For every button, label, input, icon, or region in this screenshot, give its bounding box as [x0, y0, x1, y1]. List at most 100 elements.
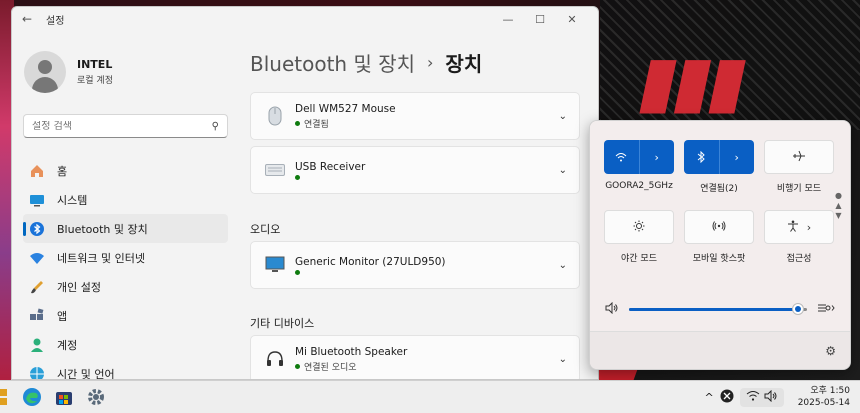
- breadcrumb-parent[interactable]: Bluetooth 및 장치: [250, 48, 415, 77]
- volume-row: [605, 299, 835, 319]
- network-volume-group[interactable]: [739, 387, 784, 407]
- sidebar-item-system[interactable]: 시스템: [23, 185, 228, 214]
- section-title-other-devices: 기타 디바이스: [250, 317, 315, 330]
- keyboard-icon: [263, 158, 287, 182]
- accessibility-expand-arrow[interactable]: ›: [807, 221, 811, 234]
- wallpaper-graphic: ▮▮▮: [631, 40, 753, 122]
- sidebar: INTEL 로컬 계정 ⚲ 홈 시스템: [12, 31, 240, 379]
- title-bar: ← 설정 — ☐ ✕: [12, 7, 598, 31]
- person-icon: [29, 337, 45, 353]
- search-box[interactable]: ⚲: [23, 114, 228, 138]
- wifi-icon[interactable]: [604, 140, 639, 174]
- mouse-icon: [263, 104, 287, 128]
- search-input[interactable]: [32, 120, 212, 132]
- device-name: Generic Monitor (27ULD950): [295, 255, 446, 268]
- device-card-monitor[interactable]: Generic Monitor (27ULD950) ⌄: [250, 241, 580, 289]
- breadcrumb: Bluetooth 및 장치 › 장치: [250, 37, 598, 87]
- sidebar-item-bluetooth[interactable]: Bluetooth 및 장치: [23, 214, 228, 243]
- search-icon[interactable]: ⚲: [212, 121, 219, 132]
- start-button[interactable]: [0, 383, 8, 411]
- home-icon: [29, 163, 45, 179]
- sidebar-item-label: 네트워크 및 인터넷: [57, 251, 145, 265]
- bluetooth-tile-label: 연결됨(2): [700, 184, 738, 194]
- wifi-tile-label: GOORA2_5GHz: [605, 181, 673, 191]
- hotspot-icon: [712, 220, 726, 235]
- mobile-hotspot-tile[interactable]: [684, 210, 754, 244]
- xbox-icon[interactable]: [720, 389, 734, 406]
- taskbar: ^ 오후 1:50 2025-05-14: [0, 380, 860, 413]
- bluetooth-expand-arrow[interactable]: ›: [718, 140, 755, 174]
- settings-window: ← 설정 — ☐ ✕ INTEL 로컬 계정 ⚲ 홈: [11, 6, 599, 380]
- mobile-hotspot-label: 모바일 핫스팟: [692, 254, 746, 264]
- sidebar-item-label: 계정: [57, 338, 78, 352]
- brightness-icon: [633, 220, 645, 235]
- volume-fill: [629, 307, 799, 311]
- tray-chevron-up-icon[interactable]: ^: [704, 391, 713, 404]
- night-light-tile[interactable]: [604, 210, 674, 244]
- sidebar-item-label: Bluetooth 및 장치: [57, 222, 148, 236]
- profile-name: INTEL: [77, 58, 113, 71]
- clock[interactable]: 오후 1:50 2025-05-14: [798, 385, 850, 409]
- page-title: 장치: [445, 51, 483, 76]
- section-title-audio: 오디오: [250, 223, 281, 236]
- minimize-button[interactable]: —: [492, 13, 524, 26]
- device-name: Mi Bluetooth Speaker: [295, 345, 408, 358]
- store-icon[interactable]: [50, 383, 78, 411]
- sidebar-item-label: 개인 설정: [57, 280, 101, 294]
- gear-icon[interactable]: ⚙: [825, 344, 836, 358]
- sidebar-item-personalization[interactable]: 개인 설정: [23, 272, 228, 301]
- brush-icon: [29, 279, 45, 295]
- maximize-button[interactable]: ☐: [524, 13, 556, 26]
- speaker-icon: [764, 389, 778, 405]
- chevron-down-icon[interactable]: ⌄: [559, 354, 567, 365]
- sidebar-item-time-language[interactable]: 시간 및 언어: [23, 359, 228, 379]
- breadcrumb-separator: ›: [427, 52, 434, 72]
- airplane-mode-label: 비행기 모드: [776, 184, 822, 194]
- profile[interactable]: INTEL 로컬 계정: [12, 31, 240, 95]
- chevron-down-icon[interactable]: ⌄: [559, 165, 567, 176]
- avatar: [24, 51, 66, 93]
- device-card-mouse[interactable]: Dell WM527 Mouse 연결됨 ⌄: [250, 92, 580, 140]
- accessibility-label: 접근성: [786, 254, 812, 264]
- night-light-label: 야간 모드: [621, 254, 657, 264]
- page-indicator[interactable]: ● ▲ ▼: [835, 191, 842, 221]
- wifi-icon: [746, 390, 760, 405]
- volume-slider[interactable]: [629, 302, 807, 315]
- airplane-mode-tile[interactable]: [764, 140, 834, 174]
- chevron-down-icon[interactable]: ⌄: [559, 111, 567, 122]
- sidebar-nav: 홈 시스템 Bluetooth 및 장치 네트워크 및 인터넷 개인 설정 앱 …: [12, 156, 240, 379]
- close-button[interactable]: ✕: [556, 13, 588, 26]
- accessibility-icon: [787, 220, 799, 235]
- accessibility-tile[interactable]: ›: [764, 210, 834, 244]
- sidebar-item-apps[interactable]: 앱: [23, 301, 228, 330]
- sidebar-item-label: 앱: [57, 309, 68, 323]
- back-icon[interactable]: ←: [22, 12, 40, 26]
- quick-settings-tiles-area: › GOORA2_5GHz › 연결됨(2) 비행기 모드 야간 모드 모바일 …: [590, 121, 850, 333]
- bluetooth-icon[interactable]: [684, 140, 719, 174]
- device-card-speaker[interactable]: Mi Bluetooth Speaker 연결된 오디오 ⌄: [250, 335, 580, 379]
- sidebar-item-home[interactable]: 홈: [23, 156, 228, 185]
- device-status: 연결됨: [304, 119, 329, 130]
- wifi-tile[interactable]: ›: [604, 140, 674, 174]
- speaker-icon[interactable]: [605, 301, 619, 317]
- settings-icon[interactable]: [82, 383, 110, 411]
- quick-settings-footer: ⚙: [590, 331, 850, 369]
- headphones-icon: [263, 347, 287, 371]
- main-content: Bluetooth 및 장치 › 장치 Dell WM527 Mouse 연결됨…: [250, 31, 598, 379]
- quick-settings-panel: › GOORA2_5GHz › 연결됨(2) 비행기 모드 야간 모드 모바일 …: [589, 120, 851, 370]
- airplane-icon: [792, 150, 806, 165]
- device-card-usb-receiver[interactable]: USB Receiver ⌄: [250, 146, 580, 194]
- apps-icon: [29, 308, 45, 324]
- bluetooth-tile[interactable]: ›: [684, 140, 754, 174]
- sidebar-item-accounts[interactable]: 계정: [23, 330, 228, 359]
- sidebar-item-network[interactable]: 네트워크 및 인터넷: [23, 243, 228, 272]
- sidebar-item-label: 시스템: [57, 193, 88, 207]
- globe-icon: [29, 366, 45, 379]
- chevron-down-icon[interactable]: ⌄: [559, 260, 567, 271]
- audio-output-icon[interactable]: [817, 302, 835, 317]
- wifi-expand-arrow[interactable]: ›: [638, 140, 675, 174]
- monitor-icon: [29, 192, 45, 208]
- volume-thumb[interactable]: [792, 302, 805, 315]
- edge-icon[interactable]: [18, 383, 46, 411]
- connected-dot: [295, 363, 300, 369]
